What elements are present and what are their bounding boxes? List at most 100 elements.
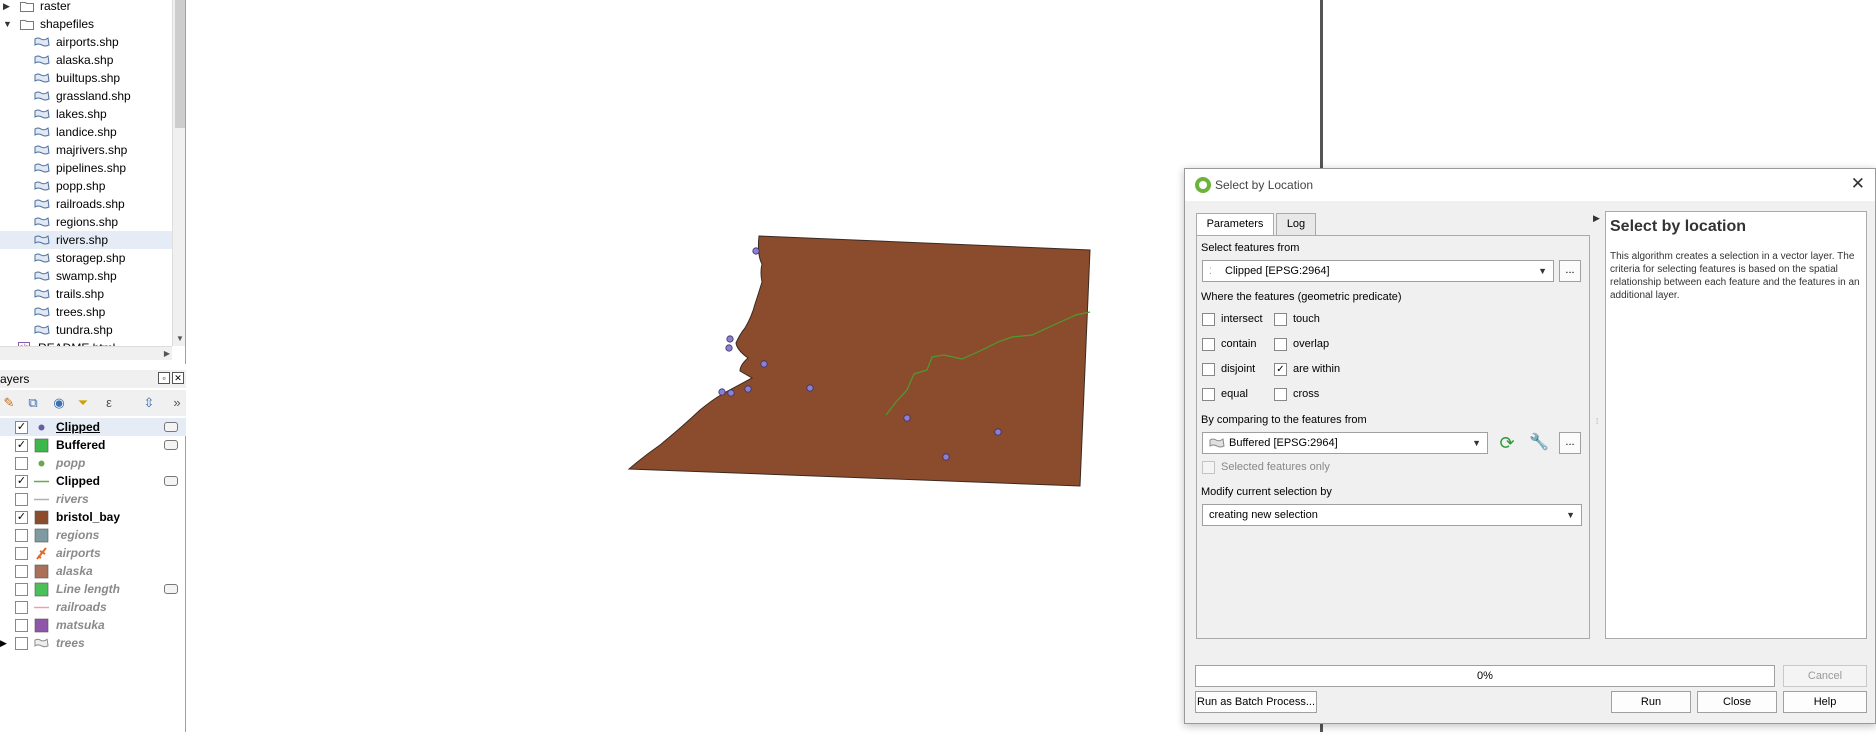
checkbox-box[interactable] <box>1202 363 1215 376</box>
predicate-checkbox[interactable]: intersect <box>1202 312 1272 328</box>
tree-file-row[interactable]: rivers.shp <box>0 231 172 249</box>
select-from-combo[interactable]: ⁚ Clipped [EPSG:2964] ▼ <box>1202 260 1554 282</box>
compare-layer-browse-button[interactable]: ... <box>1559 432 1581 454</box>
scroll-down-arrow-icon[interactable]: ▼ <box>173 332 185 346</box>
layer-visibility-checkbox[interactable] <box>15 601 28 614</box>
layer-row[interactable]: ✓ Buffered <box>0 436 186 454</box>
select-from-browse-button[interactable]: ... <box>1559 260 1581 282</box>
layer-visibility-checkbox[interactable]: ✓ <box>15 439 28 452</box>
tree-file-row[interactable]: majrivers.shp <box>0 141 172 159</box>
checkbox-box[interactable] <box>1274 338 1287 351</box>
predicate-checkbox[interactable]: contain <box>1202 337 1272 353</box>
more-tools-chevron-icon[interactable]: » <box>168 395 186 411</box>
close-button[interactable]: Close <box>1697 691 1777 713</box>
checkbox-box[interactable] <box>1202 461 1215 474</box>
tree-file-row[interactable]: regions.shp <box>0 213 172 231</box>
tree-file-row[interactable]: trees.shp <box>0 303 172 321</box>
layer-visibility-checkbox[interactable] <box>15 493 28 506</box>
layer-row[interactable]: ✓ Clipped <box>0 472 186 490</box>
checkbox-box[interactable]: ✓ <box>1274 363 1287 376</box>
layer-row[interactable]: airports <box>0 544 186 562</box>
checkbox-box[interactable] <box>1274 313 1287 326</box>
tree-file-row[interactable]: trails.shp <box>0 285 172 303</box>
layer-visibility-checkbox[interactable] <box>15 547 28 560</box>
feature-count-icon[interactable] <box>164 440 178 450</box>
predicate-checkbox[interactable]: ✓ are within <box>1274 362 1344 378</box>
tree-file-row[interactable]: grassland.shp <box>0 87 172 105</box>
expand-all-icon[interactable]: ⇳ <box>140 395 158 411</box>
feature-count-icon[interactable] <box>164 584 178 594</box>
tree-file-row[interactable]: tundra.shp <box>0 321 172 339</box>
layer-visibility-checkbox[interactable] <box>15 583 28 596</box>
browser-vertical-scrollbar[interactable]: ▼ <box>172 0 185 346</box>
style-brush-icon[interactable]: ✎ <box>0 395 18 411</box>
layer-visibility-checkbox[interactable]: ✓ <box>15 475 28 488</box>
predicate-checkbox[interactable]: cross <box>1274 387 1344 403</box>
iterate-features-icon[interactable]: ⟳ <box>1495 432 1519 454</box>
layer-row[interactable]: Line length <box>0 580 186 598</box>
tree-file-row[interactable]: landice.shp <box>0 123 172 141</box>
tree-file-row[interactable]: airports.shp <box>0 33 172 51</box>
layer-row[interactable]: popp <box>0 454 186 472</box>
layer-row[interactable]: ✓ Clipped <box>0 418 186 436</box>
layer-visibility-checkbox[interactable] <box>15 529 28 542</box>
feature-count-icon[interactable] <box>164 476 178 486</box>
checkbox-box[interactable] <box>1202 338 1215 351</box>
layer-row[interactable]: matsuka <box>0 616 186 634</box>
layer-row[interactable]: alaska <box>0 562 186 580</box>
help-expand-arrow-icon[interactable]: ▶ <box>1593 213 1600 224</box>
tree-folder-raster[interactable]: ▶ raster <box>0 0 172 15</box>
tab-log[interactable]: Log <box>1276 213 1316 235</box>
expand-arrow-icon[interactable]: ▶ <box>0 634 7 652</box>
checkbox-box[interactable] <box>1274 388 1287 401</box>
layer-visibility-checkbox[interactable] <box>15 619 28 632</box>
layer-row[interactable]: ▶ trees <box>0 634 186 652</box>
layer-row[interactable]: railroads <box>0 598 186 616</box>
filter-funnel-icon[interactable]: ⏷ <box>74 395 92 411</box>
scrollbar-thumb[interactable] <box>175 0 185 128</box>
selected-features-only-checkbox[interactable]: Selected features only <box>1202 460 1402 476</box>
filter-expression-icon[interactable]: ε <box>100 395 118 411</box>
compare-layer-combo[interactable]: Buffered [EPSG:2964] ▼ <box>1202 432 1488 454</box>
layer-visibility-checkbox[interactable] <box>15 565 28 578</box>
predicate-checkbox[interactable]: equal <box>1202 387 1272 403</box>
tab-parameters[interactable]: Parameters <box>1196 213 1274 237</box>
layer-visibility-checkbox[interactable] <box>15 457 28 470</box>
tree-file-row[interactable]: popp.shp <box>0 177 172 195</box>
tree-file-row[interactable]: pipelines.shp <box>0 159 172 177</box>
map-canvas[interactable] <box>192 0 1320 732</box>
map-svg[interactable] <box>192 0 1320 732</box>
layer-visibility-checkbox[interactable]: ✓ <box>15 511 28 524</box>
run-button[interactable]: Run <box>1611 691 1691 713</box>
layer-visibility-checkbox[interactable] <box>15 637 28 650</box>
float-panel-icon[interactable]: ▫ <box>158 372 170 384</box>
checkbox-box[interactable] <box>1202 388 1215 401</box>
tree-file-row[interactable]: storagep.shp <box>0 249 172 267</box>
predicate-checkbox[interactable]: disjoint <box>1202 362 1272 378</box>
expand-arrow-icon[interactable]: ▶ <box>3 0 10 15</box>
tree-file-row[interactable]: railroads.shp <box>0 195 172 213</box>
browser-horizontal-scrollbar[interactable]: ▶ <box>0 346 172 360</box>
tree-file-row[interactable]: builtups.shp <box>0 69 172 87</box>
collapse-arrow-icon[interactable]: ▼ <box>3 15 12 33</box>
layer-row[interactable]: regions <box>0 526 186 544</box>
advanced-options-wrench-icon[interactable]: 🔧 <box>1527 432 1551 454</box>
close-icon[interactable]: ✕ <box>1851 174 1865 194</box>
feature-count-icon[interactable] <box>164 422 178 432</box>
checkbox-box[interactable] <box>1202 313 1215 326</box>
predicate-checkbox[interactable]: touch <box>1274 312 1344 328</box>
tree-folder-shapefiles[interactable]: ▼ shapefiles <box>0 15 172 33</box>
layer-visibility-checkbox[interactable]: ✓ <box>15 421 28 434</box>
tree-file-row[interactable]: alaska.shp <box>0 51 172 69</box>
tree-file-row[interactable]: lakes.shp <box>0 105 172 123</box>
help-button[interactable]: Help <box>1783 691 1867 713</box>
layer-row[interactable]: rivers <box>0 490 186 508</box>
visibility-eye-icon[interactable]: ◉ <box>50 395 68 411</box>
run-as-batch-button[interactable]: Run as Batch Process... <box>1195 691 1317 713</box>
cancel-button[interactable]: Cancel <box>1783 665 1867 687</box>
add-group-icon[interactable]: ⧉ <box>24 395 42 411</box>
scroll-right-arrow-icon[interactable]: ▶ <box>164 347 170 361</box>
predicate-checkbox[interactable]: overlap <box>1274 337 1344 353</box>
layer-row[interactable]: ✓ bristol_bay <box>0 508 186 526</box>
close-panel-icon[interactable]: ✕ <box>172 372 184 384</box>
